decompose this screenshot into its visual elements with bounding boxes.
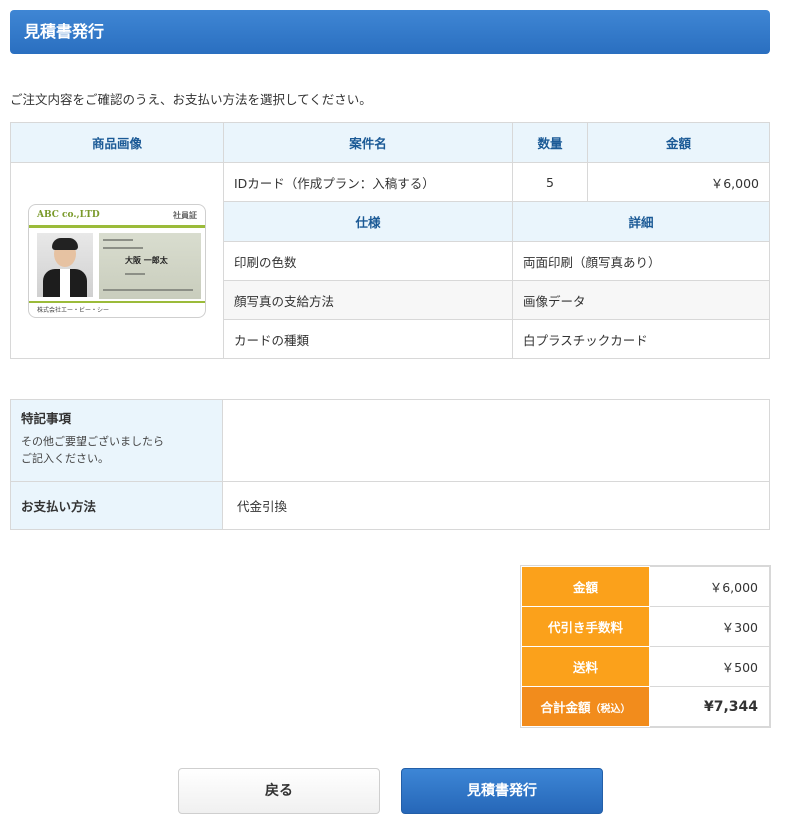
card-photo <box>37 232 93 297</box>
card-info: 大阪 一郎太 <box>99 232 201 299</box>
spec-detail: 白プラスチックカード <box>512 319 770 359</box>
notes-label-cell: 特記事項 その他ご要望ございましたら ご記入ください。 <box>10 399 223 482</box>
id-card-image: ABC co.,LTD 社員証 大阪 一郎太 株式会社エー・ビー・シー <box>28 203 206 318</box>
summary-amount-value: ￥6,000 <box>649 566 770 607</box>
spec-label: カードの種類 <box>223 319 513 359</box>
summary-total-value: ¥7,344 <box>649 686 770 727</box>
summary-fee-value: ￥300 <box>649 606 770 647</box>
back-button[interactable]: 戻る <box>178 768 380 814</box>
payment-label-cell: お支払い方法 <box>10 481 223 530</box>
issue-estimate-button[interactable]: 見積書発行 <box>401 768 603 814</box>
item-qty: 5 <box>512 162 588 202</box>
col-header-qty: 数量 <box>512 122 588 163</box>
notes-hint: その他ご要望ございましたら ご記入ください。 <box>21 435 164 465</box>
payment-label: お支払い方法 <box>21 499 97 514</box>
spec-label: 印刷の色数 <box>223 241 513 281</box>
item-name: IDカード（作成プラン：入稿する） <box>223 162 513 202</box>
detail-header: 詳細 <box>512 201 770 242</box>
summary-total-label: 合計金額（税込） <box>521 686 650 727</box>
summary-shipping-label: 送料 <box>521 646 650 687</box>
card-name: 大阪 一郎太 <box>125 255 168 265</box>
spec-detail: 両面印刷（顔写真あり） <box>512 241 770 281</box>
col-header-amount: 金額 <box>587 122 770 163</box>
card-logo: ABC co.,LTD <box>37 209 100 220</box>
notes-label: 特記事項 <box>21 411 72 426</box>
summary-amount-label: 金額 <box>521 566 650 607</box>
summary-table: 金額 ￥6,000 代引き手数料 ￥300 送料 ￥500 合計金額（税込） ¥… <box>521 566 770 727</box>
spec-detail: 画像データ <box>512 280 770 320</box>
product-image-cell: ABC co.,LTD 社員証 大阪 一郎太 株式会社エー・ビー・シー <box>10 162 224 359</box>
card-badge: 社員証 <box>173 210 197 220</box>
page-title: 見積書発行 <box>10 10 770 54</box>
notes-table: 特記事項 その他ご要望ございましたら ご記入ください。 お支払い方法 代金引換 <box>10 399 770 530</box>
intro-text: ご注文内容をご確認のうえ、お支払い方法を選択してください。 <box>10 92 372 107</box>
spec-header: 仕様 <box>223 201 513 242</box>
summary-shipping-value: ￥500 <box>649 646 770 687</box>
col-header-image: 商品画像 <box>10 122 224 163</box>
item-amount: ￥6,000 <box>587 162 770 202</box>
notes-input[interactable] <box>222 399 770 482</box>
summary-fee-label: 代引き手数料 <box>521 606 650 647</box>
payment-method-value[interactable]: 代金引換 <box>222 481 770 530</box>
order-table: 商品画像 案件名 数量 金額 ABC co.,LTD 社員証 大阪 一郎太 株式… <box>10 122 770 359</box>
spec-label: 顔写真の支給方法 <box>223 280 513 320</box>
card-company: 株式会社エー・ビー・シー <box>37 306 110 314</box>
col-header-case: 案件名 <box>223 122 513 163</box>
